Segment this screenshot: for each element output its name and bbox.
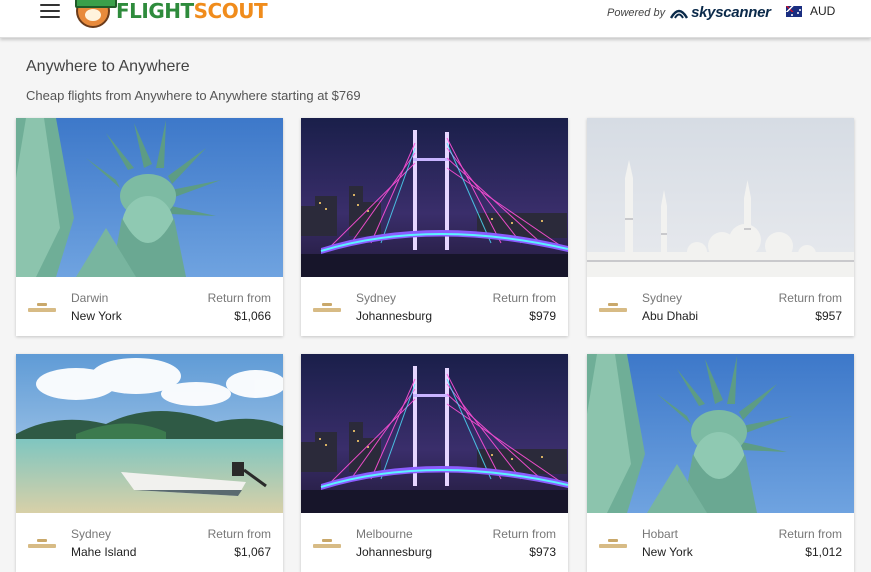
powered-by-skyscanner[interactable]: Powered by skyscanner bbox=[607, 4, 771, 21]
destination-city: New York bbox=[71, 309, 122, 323]
etihad-logo-icon bbox=[597, 536, 629, 548]
return-from-label: Return from bbox=[778, 527, 842, 541]
page-title: Anywhere to Anywhere bbox=[26, 58, 190, 75]
top-bar: FLIGHTSCOUT Powered by skyscanner AUD bbox=[0, 0, 871, 38]
return-from-label: Return from bbox=[778, 291, 842, 305]
page-subtitle: Cheap flights from Anywhere to Anywhere … bbox=[26, 88, 361, 103]
destination-city: New York bbox=[642, 545, 693, 559]
return-from-label: Return from bbox=[207, 527, 271, 541]
destination-image bbox=[16, 118, 283, 277]
destination-city: Johannesburg bbox=[356, 309, 433, 323]
destination-card[interactable]: Sydney Mahe Island Return from $1,067 bbox=[16, 354, 283, 572]
price: $1,066 bbox=[234, 309, 271, 323]
destination-image bbox=[587, 354, 854, 513]
etihad-logo-icon bbox=[311, 300, 343, 312]
etihad-logo-icon bbox=[311, 536, 343, 548]
destination-image bbox=[587, 118, 854, 277]
flightscout-logo[interactable]: FLIGHTSCOUT bbox=[75, 0, 268, 28]
etihad-logo-icon bbox=[26, 536, 58, 548]
destination-card[interactable]: Darwin New York Return from $1,066 bbox=[16, 118, 283, 336]
destination-image bbox=[301, 354, 568, 513]
destination-city: Mahe Island bbox=[71, 545, 137, 559]
origin-city: Sydney bbox=[642, 291, 683, 305]
price: $1,012 bbox=[805, 545, 842, 559]
hamburger-menu-icon[interactable] bbox=[40, 4, 60, 20]
destination-city: Johannesburg bbox=[356, 545, 433, 559]
origin-city: Hobart bbox=[642, 527, 679, 541]
origin-city: Sydney bbox=[356, 291, 397, 305]
logo-text-scout: SCOUT bbox=[193, 0, 268, 23]
etihad-logo-icon bbox=[26, 300, 58, 312]
currency-selector[interactable]: AUD bbox=[786, 4, 835, 18]
origin-city: Darwin bbox=[71, 291, 109, 305]
etihad-logo-icon bbox=[597, 300, 629, 312]
return-from-label: Return from bbox=[492, 291, 556, 305]
destination-card[interactable]: Hobart New York Return from $1,012 bbox=[587, 354, 854, 572]
destination-card[interactable]: Sydney Johannesburg Return from $979 bbox=[301, 118, 568, 336]
price: $1,067 bbox=[234, 545, 271, 559]
destination-city: Abu Dhabi bbox=[642, 309, 699, 323]
hamster-logo-icon bbox=[75, 0, 117, 28]
origin-city: Melbourne bbox=[356, 527, 413, 541]
origin-city: Sydney bbox=[71, 527, 112, 541]
price: $979 bbox=[529, 309, 556, 323]
destination-card[interactable]: Sydney Abu Dhabi Return from $957 bbox=[587, 118, 854, 336]
destination-image bbox=[16, 354, 283, 513]
destination-card[interactable]: Melbourne Johannesburg Return from $973 bbox=[301, 354, 568, 572]
australia-flag-icon bbox=[786, 5, 802, 17]
price: $957 bbox=[815, 309, 842, 323]
price: $973 bbox=[529, 545, 556, 559]
destination-image bbox=[301, 118, 568, 277]
currency-code: AUD bbox=[810, 4, 836, 18]
return-from-label: Return from bbox=[492, 527, 556, 541]
logo-text-flight: FLIGHT bbox=[116, 0, 194, 23]
powered-by-label: Powered by bbox=[607, 6, 666, 19]
skyscanner-wordmark: skyscanner bbox=[691, 4, 771, 21]
return-from-label: Return from bbox=[207, 291, 271, 305]
skyscanner-sunrise-icon bbox=[670, 9, 689, 19]
